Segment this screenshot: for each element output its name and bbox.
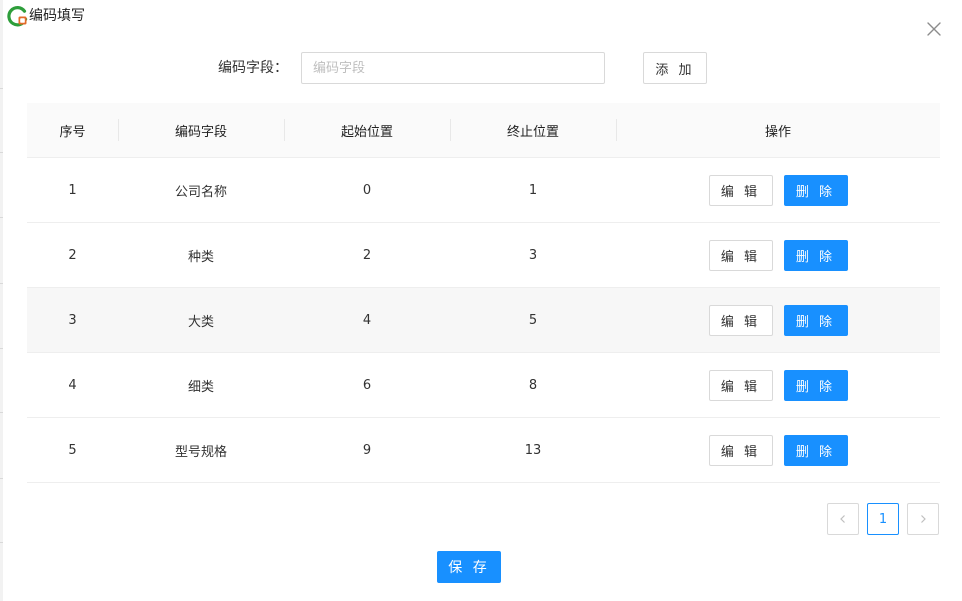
header-actions: 操作 [764, 124, 791, 140]
row-end-position: 8 [528, 377, 538, 393]
chevron-right-icon [921, 515, 926, 523]
row-index: 2 [68, 247, 77, 263]
row-encoding-field: 大类 [187, 314, 214, 330]
row-end-position: 1 [528, 182, 538, 198]
row-actions: 编 辑 删 除 [616, 158, 940, 222]
chevron-left-icon [840, 515, 845, 523]
save-button[interactable]: 保 存 [437, 551, 501, 583]
prev-page-button[interactable] [827, 503, 859, 535]
table-row: 3 大类 4 5 编 辑 删 除 [27, 288, 940, 353]
delete-button[interactable]: 删 除 [783, 174, 848, 206]
table-row: 4 细类 6 8 编 辑 删 除 [27, 353, 940, 418]
row-encoding-field: 种类 [187, 249, 214, 265]
add-button[interactable]: 添 加 [643, 52, 707, 84]
row-encoding-field: 公司名称 [174, 184, 227, 200]
row-end-position: 3 [528, 247, 538, 263]
row-actions: 编 辑 删 除 [616, 418, 940, 482]
header-start-position: 起始位置 [340, 124, 393, 140]
next-page-button[interactable] [907, 503, 939, 535]
delete-button[interactable]: 删 除 [783, 304, 848, 336]
encoding-field-input[interactable] [301, 52, 605, 84]
row-actions: 编 辑 删 除 [616, 353, 940, 417]
row-actions: 编 辑 删 除 [616, 288, 940, 352]
edit-button[interactable]: 编 辑 [708, 304, 773, 336]
delete-button[interactable]: 删 除 [783, 239, 848, 271]
table-row: 1 公司名称 0 1 编 辑 删 除 [27, 158, 940, 223]
table-row: 5 型号规格 9 13 编 辑 删 除 [27, 418, 940, 483]
encoding-field-label: 编码字段： [218, 60, 288, 76]
row-end-position: 13 [524, 442, 542, 458]
table-header: 序号 编码字段 起始位置 终止位置 操作 [27, 103, 940, 158]
dialog-title: 编码填写 [29, 8, 85, 24]
header-index: 序号 [59, 124, 86, 140]
edit-button[interactable]: 编 辑 [708, 239, 773, 271]
row-start-position: 2 [362, 247, 372, 263]
row-start-position: 0 [362, 182, 372, 198]
edit-button[interactable]: 编 辑 [708, 174, 773, 206]
delete-button[interactable]: 删 除 [783, 369, 848, 401]
row-actions: 编 辑 删 除 [616, 223, 940, 287]
page-number-button[interactable]: 1 [867, 503, 899, 535]
row-index: 5 [68, 442, 77, 458]
edit-button[interactable]: 编 辑 [708, 434, 773, 466]
header-end-position: 终止位置 [506, 124, 559, 140]
row-start-position: 9 [362, 442, 372, 458]
row-index: 4 [68, 377, 77, 393]
dialog-titlebar: 编码填写 [0, 0, 962, 36]
left-edge-strip [0, 0, 3, 601]
close-icon[interactable] [925, 20, 943, 38]
edit-button[interactable]: 编 辑 [708, 369, 773, 401]
delete-button[interactable]: 删 除 [783, 434, 848, 466]
row-index: 1 [68, 182, 77, 198]
row-encoding-field: 型号规格 [174, 444, 227, 460]
app-logo-icon [7, 6, 28, 27]
row-encoding-field: 细类 [187, 379, 214, 395]
table-row: 2 种类 2 3 编 辑 删 除 [27, 223, 940, 288]
row-start-position: 4 [362, 312, 372, 328]
encoding-field-form: 编码字段： 添 加 [0, 52, 962, 84]
row-start-position: 6 [362, 377, 372, 393]
row-end-position: 5 [528, 312, 538, 328]
header-encoding-field: 编码字段 [174, 124, 227, 140]
encoding-table: 序号 编码字段 起始位置 终止位置 操作 1 公司名称 0 1 编 辑 删 除 … [27, 103, 940, 483]
row-index: 3 [68, 312, 77, 328]
